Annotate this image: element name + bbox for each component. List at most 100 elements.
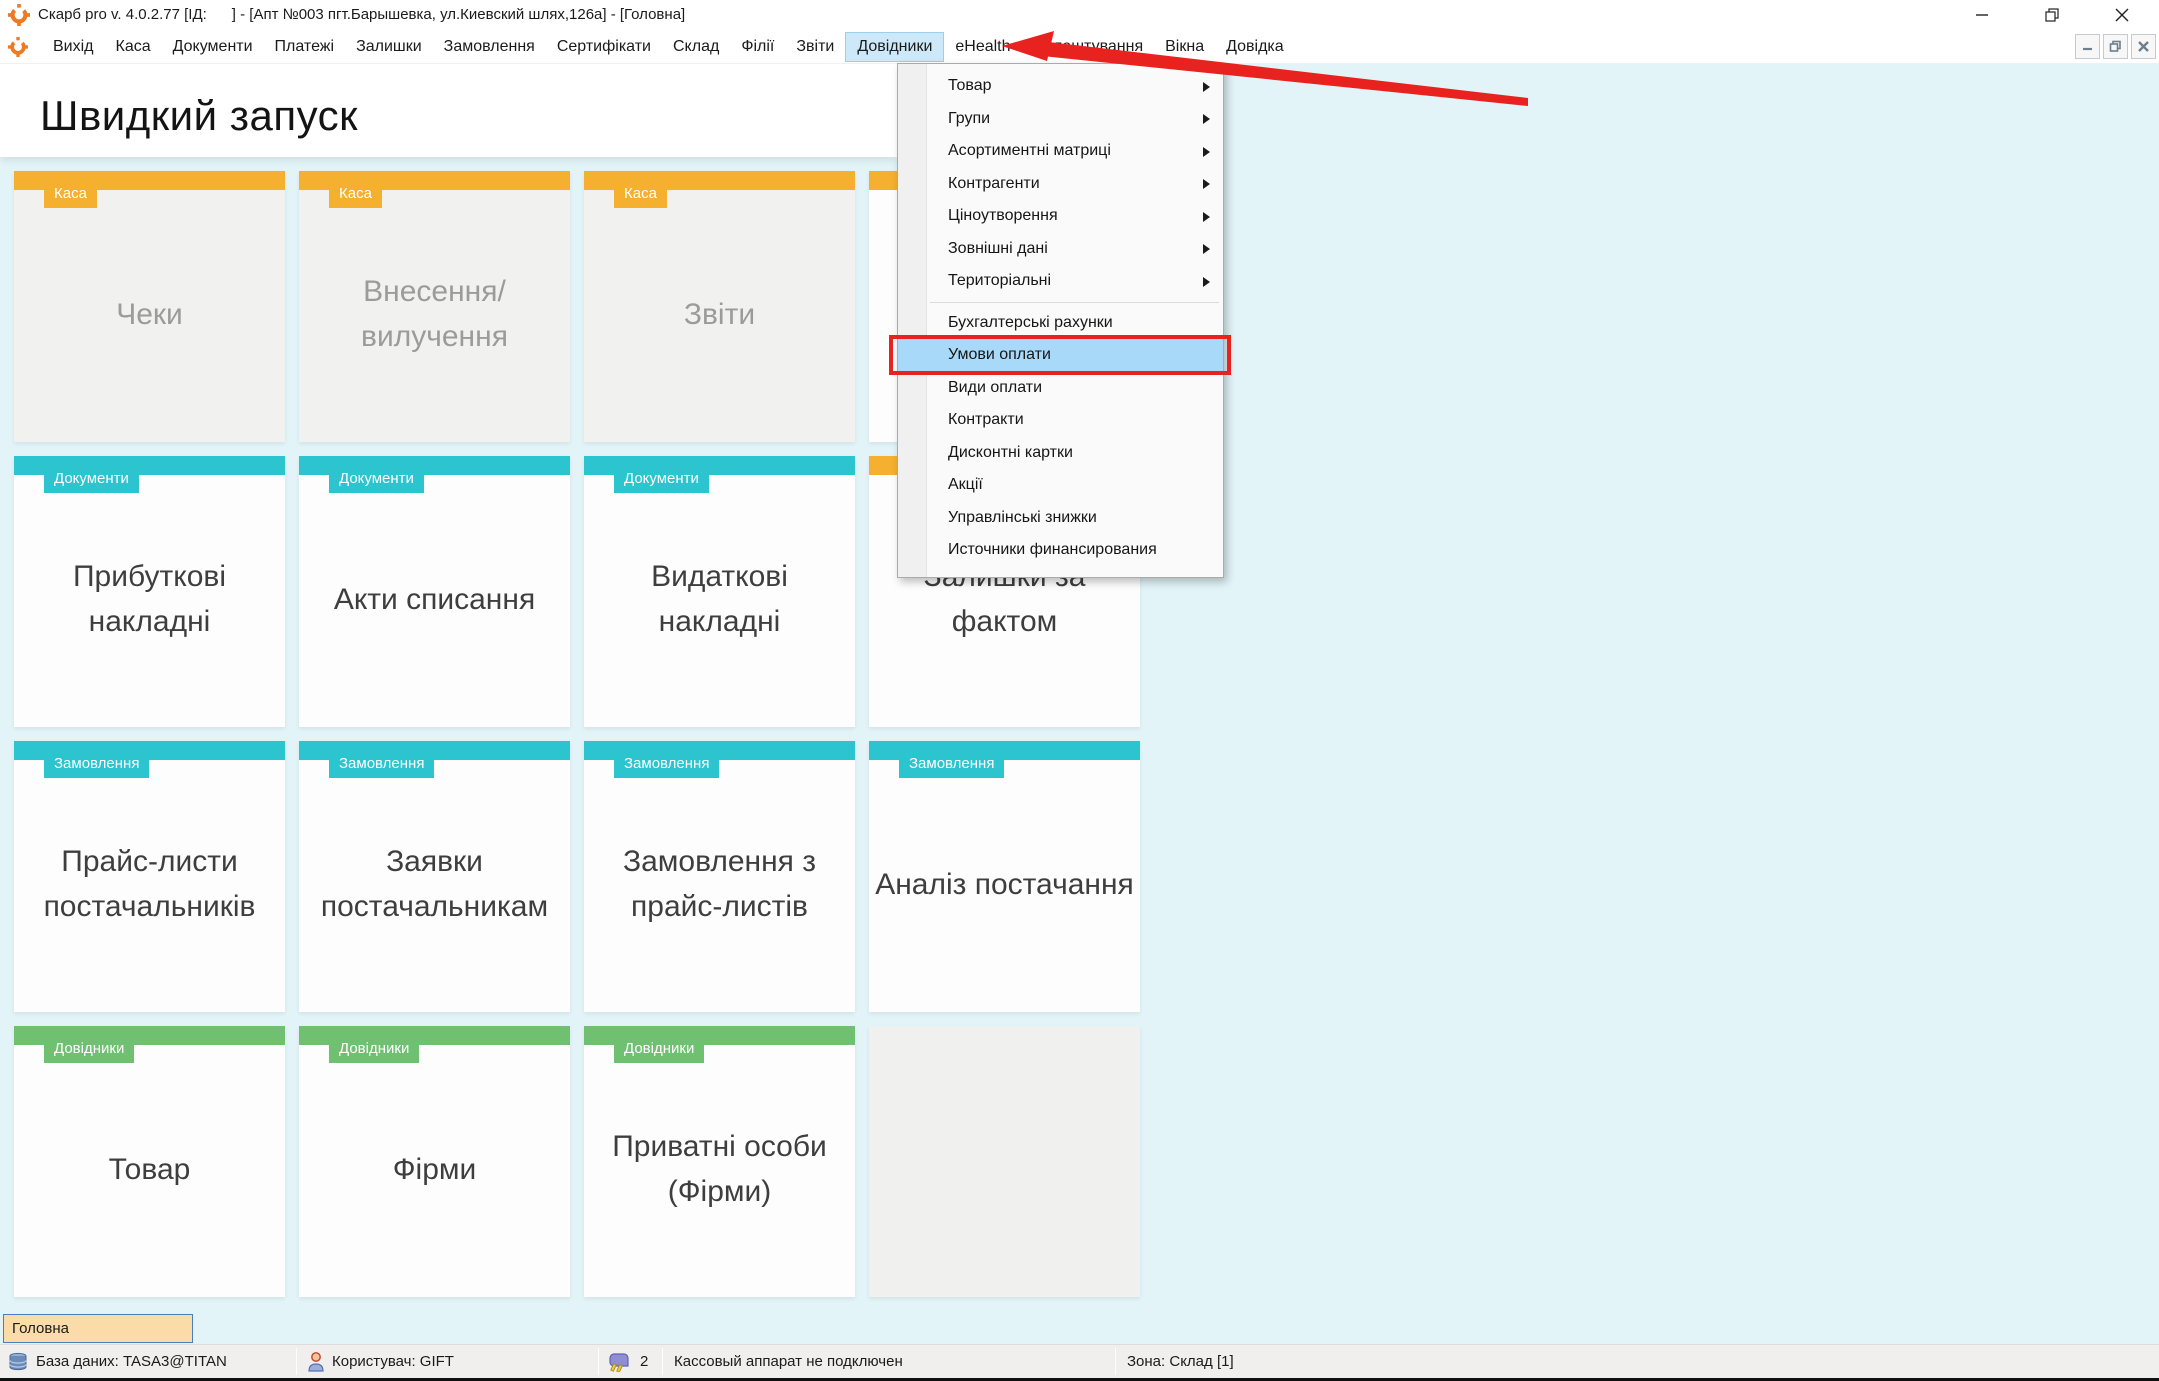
submenu-arrow-icon xyxy=(1203,277,1210,287)
dropdown-item-external-data[interactable]: Зовнішні дані xyxy=(898,233,1223,266)
dropdown-item-financing-sources[interactable]: Источники финансирования xyxy=(898,534,1223,567)
tile-writeoff-acts[interactable]: Документи Акти списання xyxy=(299,456,570,727)
statusbar-database: База даних: TASA3@TITAN xyxy=(36,1345,227,1379)
tile-label: Видаткові накладні xyxy=(589,475,850,723)
tile-outgoing-invoices[interactable]: Документи Видаткові накладні xyxy=(584,456,855,727)
app-logo-icon-small xyxy=(8,37,28,57)
submenu-arrow-icon xyxy=(1203,179,1210,189)
title-bar: Скарб pro v. 4.0.2.77 [ІД: ] - [Апт №003… xyxy=(0,0,2159,30)
menu-item-directories[interactable]: Довідники xyxy=(845,32,944,62)
dropdown-item-label: Територіальні xyxy=(948,272,1051,289)
menu-item-certificates[interactable]: Сертифікати xyxy=(546,33,662,61)
window-restore-button[interactable] xyxy=(2030,0,2074,30)
menu-item-warehouse[interactable]: Склад xyxy=(662,33,730,61)
menu-item-orders[interactable]: Замовлення xyxy=(433,33,546,61)
submenu-arrow-icon xyxy=(1203,147,1210,157)
tile-cash-reports[interactable]: Каса Звіти xyxy=(584,171,855,442)
dropdown-item-territorial[interactable]: Територіальні xyxy=(898,265,1223,298)
connection-plug-icon xyxy=(607,1352,631,1372)
dropdown-item-product[interactable]: Товар xyxy=(898,70,1223,103)
tile-label xyxy=(874,1045,1135,1293)
user-icon xyxy=(306,1351,326,1373)
tile-label: Аналіз постачання xyxy=(874,760,1135,1008)
mdi-restore-button[interactable] xyxy=(2103,34,2128,59)
statusbar-cash-device: Кассовый аппарат не подключен xyxy=(674,1345,903,1379)
menu-item-help[interactable]: Довідка xyxy=(1215,33,1295,61)
tile-label: Акти списання xyxy=(304,475,565,723)
menu-item-windows[interactable]: Вікна xyxy=(1154,33,1215,61)
dropdown-item-management-discounts[interactable]: Управлінські знижки xyxy=(898,502,1223,535)
menu-item-payments[interactable]: Платежі xyxy=(264,33,346,61)
window-minimize-button[interactable] xyxy=(1960,0,2004,30)
statusbar-user: Користувач: GIFT xyxy=(332,1345,454,1379)
dropdown-item-promotions[interactable]: Акції xyxy=(898,469,1223,502)
app-logo-icon xyxy=(8,4,30,31)
submenu-arrow-icon xyxy=(1203,82,1210,92)
dropdown-item-payment-types[interactable]: Види оплати xyxy=(898,372,1223,405)
menu-separator xyxy=(930,302,1219,303)
tile-label: Фірми xyxy=(304,1045,565,1293)
tile-label: Прибуткові накладні xyxy=(19,475,280,723)
tile-supply-analysis[interactable]: Замовлення Аналіз постачання xyxy=(869,741,1140,1012)
database-icon xyxy=(8,1352,28,1372)
tile-label: Чеки xyxy=(19,190,280,438)
statusbar-connection-count: 2 xyxy=(640,1345,648,1379)
window-close-button[interactable] xyxy=(2100,0,2144,30)
dropdown-item-discount-cards[interactable]: Дисконтні картки xyxy=(898,437,1223,470)
tile-label: Товар xyxy=(19,1045,280,1293)
dropdown-item-contracts[interactable]: Контракти xyxy=(898,404,1223,437)
tile-cash-in-out[interactable]: Каса Внесення/вилучення xyxy=(299,171,570,442)
quick-launch-header: Швидкий запуск xyxy=(0,64,897,157)
dropdown-item-label: Асортиментні матриці xyxy=(948,142,1111,159)
tile-orders-from-pricelists[interactable]: Замовлення Замовлення з прайс-листів xyxy=(584,741,855,1012)
dropdown-item-pricing[interactable]: Ціноутворення xyxy=(898,200,1223,233)
dropdown-item-counterparties[interactable]: Контрагенти xyxy=(898,168,1223,201)
directories-dropdown-menu: Товар Групи Асортиментні матриці Контраг… xyxy=(897,63,1224,578)
dropdown-item-label: Зовнішні дані xyxy=(948,240,1048,257)
tile-label: Внесення/вилучення xyxy=(304,190,565,438)
menu-bar: Вихід Каса Документи Платежі Залишки Зам… xyxy=(0,30,2159,64)
tile-label: Замовлення з прайс-листів xyxy=(589,760,850,1008)
menu-item-branches[interactable]: Філії xyxy=(730,33,785,61)
tile-goods[interactable]: Довідники Товар xyxy=(14,1026,285,1297)
dropdown-item-groups[interactable]: Групи xyxy=(898,103,1223,136)
tile-supplier-pricelists[interactable]: Замовлення Прайс-листи постачальників xyxy=(14,741,285,1012)
statusbar-separator xyxy=(598,1348,599,1375)
page-title: Швидкий запуск xyxy=(40,92,358,140)
tile-label: Приватні особи (Фірми) xyxy=(589,1045,850,1293)
menu-item-documents[interactable]: Документи xyxy=(162,33,264,61)
tile-empty xyxy=(869,1026,1140,1297)
submenu-arrow-icon xyxy=(1203,244,1210,254)
menu-item-stocks[interactable]: Залишки xyxy=(345,33,433,61)
tile-private-persons[interactable]: Довідники Приватні особи (Фірми) xyxy=(584,1026,855,1297)
tile-supplier-requests[interactable]: Замовлення Заявки постачальникам xyxy=(299,741,570,1012)
app-window: Скарб pro v. 4.0.2.77 [ІД: ] - [Апт №003… xyxy=(0,0,2159,1381)
tab-home[interactable]: Головна xyxy=(3,1314,193,1343)
dropdown-item-assortment-matrices[interactable]: Асортиментні матриці xyxy=(898,135,1223,168)
statusbar-separator xyxy=(296,1348,297,1375)
tile-incoming-invoices[interactable]: Документи Прибуткові накладні xyxy=(14,456,285,727)
dropdown-item-label: Товар xyxy=(948,77,992,94)
mdi-close-button[interactable] xyxy=(2131,34,2156,59)
window-title: Скарб pro v. 4.0.2.77 [ІД: ] - [Апт №003… xyxy=(38,0,685,30)
menu-item-exit[interactable]: Вихід xyxy=(42,33,105,61)
annotation-red-box xyxy=(889,335,1231,375)
dropdown-item-label: Групи xyxy=(948,110,990,127)
tile-firms[interactable]: Довідники Фірми xyxy=(299,1026,570,1297)
statusbar-separator xyxy=(1115,1348,1116,1375)
menu-item-ehealth[interactable]: eHealth xyxy=(944,33,1021,61)
tile-label: Прайс-листи постачальників xyxy=(19,760,280,1008)
submenu-arrow-icon xyxy=(1203,114,1210,124)
tile-label: Звіти xyxy=(589,190,850,438)
menu-item-cash[interactable]: Каса xyxy=(105,33,162,61)
statusbar-zone: Зона: Склад [1] xyxy=(1127,1345,1234,1379)
menu-item-settings[interactable]: Налаштування xyxy=(1022,33,1155,61)
submenu-arrow-icon xyxy=(1203,212,1210,222)
status-bar: База даних: TASA3@TITAN Користувач: GIFT… xyxy=(0,1344,2159,1378)
dropdown-item-label: Ціноутворення xyxy=(948,207,1058,224)
tile-receipts[interactable]: Каса Чеки xyxy=(14,171,285,442)
tile-label: Заявки постачальникам xyxy=(304,760,565,1008)
dropdown-item-label: Контрагенти xyxy=(948,175,1040,192)
mdi-minimize-button[interactable] xyxy=(2075,34,2100,59)
menu-item-reports[interactable]: Звіти xyxy=(785,33,845,61)
